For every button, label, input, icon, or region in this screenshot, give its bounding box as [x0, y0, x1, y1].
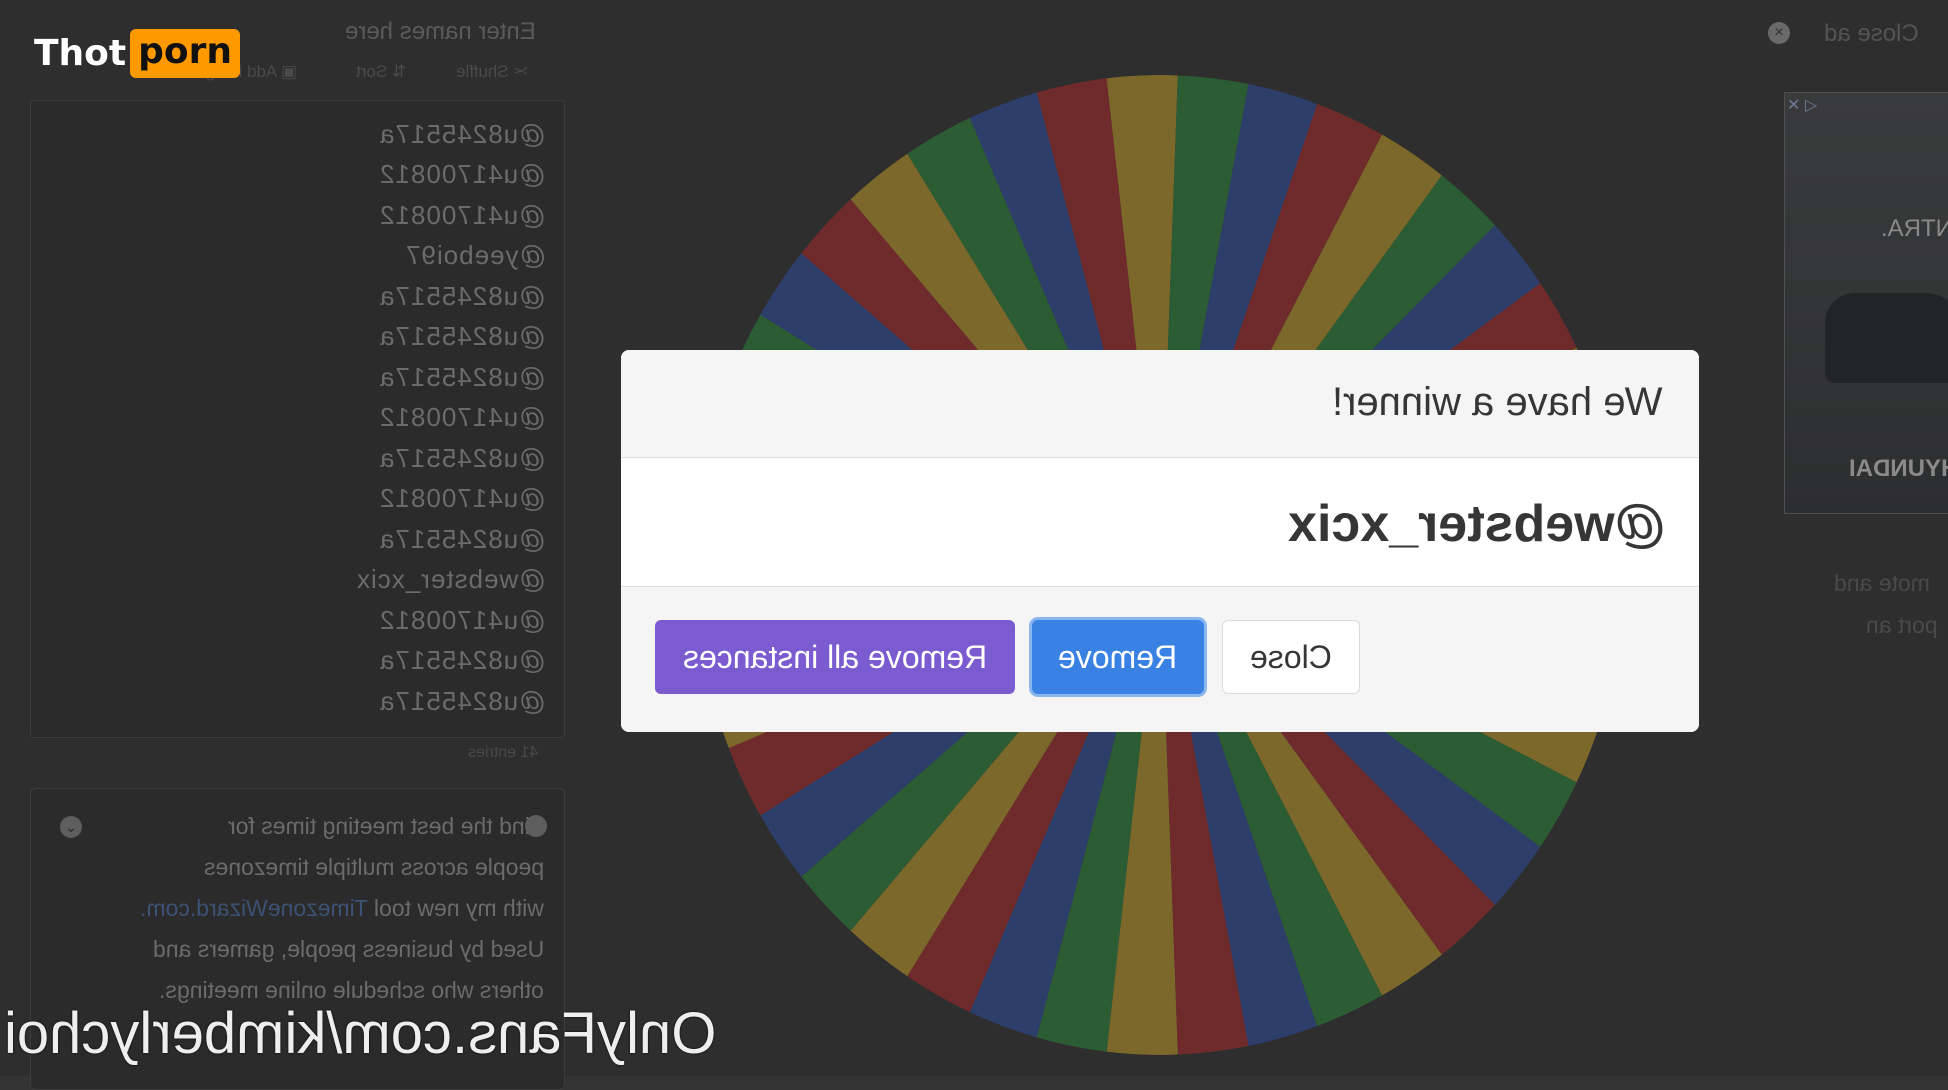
- ad-banner[interactable]: ✕ ▷ ANTRA. HYUNDAI: [1784, 92, 1948, 514]
- list-item: @u41700812: [379, 483, 546, 513]
- list-item: @u41700812: [379, 402, 546, 432]
- enter-names-label: Enter names here: [345, 18, 536, 45]
- close-ad-label[interactable]: Close ad: [1824, 20, 1919, 48]
- list-item: @u8245517a: [379, 645, 546, 675]
- remove-button[interactable]: Remove: [1032, 620, 1204, 694]
- list-item: @yeeboi97: [405, 240, 546, 270]
- modal-title: We have a winner!: [1332, 380, 1663, 424]
- ad-choices-icon[interactable]: ✕ ▷: [1787, 95, 1817, 115]
- list-item: @u8245517a: [379, 281, 546, 311]
- list-item: @u8245517a: [379, 524, 546, 554]
- ad-brand: HYUNDAI: [1849, 455, 1948, 482]
- entries-count: 41 entries: [468, 744, 539, 761]
- list-item: @u8245517a: [379, 119, 546, 149]
- names-textarea[interactable]: @u8245517a @u41700812 @u41700812 @yeeboi…: [30, 100, 565, 738]
- promo-text: people across multiple timezones: [203, 854, 544, 880]
- list-item: @u8245517a: [379, 362, 546, 392]
- sort-button[interactable]: ⇅ Sort: [356, 62, 406, 82]
- ad-text: ANTRA.: [1881, 215, 1948, 242]
- list-item: @u8245517a: [379, 686, 546, 716]
- winner-name: @webster_xcix: [1287, 495, 1665, 553]
- list-item: @u8245517a: [379, 321, 546, 351]
- chevron-down-icon[interactable]: ⌄: [60, 816, 82, 838]
- modal-footer: Remove all instances Remove Close: [621, 587, 1699, 732]
- watermark-text: OnlyFans.com/kimberlychoi: [4, 1001, 717, 1066]
- side-text: port an: [1866, 612, 1938, 638]
- close-button[interactable]: Close: [1222, 620, 1360, 694]
- remove-all-instances-button[interactable]: Remove all instances: [655, 620, 1015, 694]
- winner-modal: We have a winner! @webster_xcix Remove a…: [621, 350, 1699, 732]
- promo-text: Find the best meeting times for: [228, 813, 544, 839]
- list-item: @u41700812: [379, 200, 546, 230]
- promo-text: with my new tool TimezoneWizard.com.: [140, 895, 544, 921]
- side-text: mote and: [1834, 570, 1930, 596]
- car-image: [1825, 293, 1948, 383]
- clock-icon: [525, 815, 547, 837]
- list-item: @u8245517a: [379, 443, 546, 473]
- timezonewizard-link[interactable]: TimezoneWizard.com.: [140, 895, 368, 921]
- modal-body: @webster_xcix: [621, 458, 1699, 587]
- list-item: @u41700812: [379, 605, 546, 635]
- thotporn-logo: Thot porn: [34, 28, 241, 78]
- list-item: @u41700812: [379, 159, 546, 189]
- promo-text: Used by business people, gamers and: [152, 936, 544, 962]
- close-icon[interactable]: ×: [1768, 22, 1790, 44]
- shuffle-button[interactable]: ✂ Shuffle: [456, 62, 528, 82]
- modal-header: We have a winner!: [621, 350, 1699, 458]
- list-item: @webster_xcix: [356, 564, 546, 594]
